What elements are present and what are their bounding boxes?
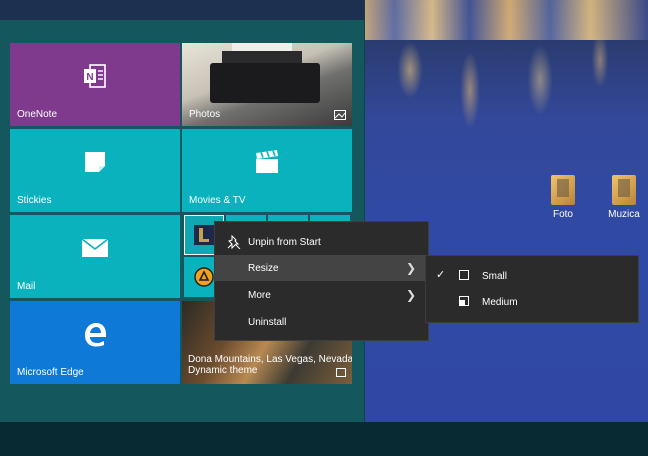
chevron-right-icon: ❯ [405, 288, 416, 302]
tile-context-menu: Unpin from Start Resize ❯ More ❯ Uninsta… [215, 222, 428, 340]
menu-item-more[interactable]: More ❯ [215, 282, 428, 308]
submenu-item-small[interactable]: ✓ Small [426, 263, 638, 289]
menu-item-unpin-from-start[interactable]: Unpin from Start [215, 229, 428, 255]
tile-movies-tv[interactable]: Movies & TV [182, 129, 352, 212]
news-headline: Dona Mountains, Las Vegas, Nevada Dynami… [188, 354, 352, 376]
tile-photos[interactable]: Photos [182, 43, 352, 126]
tile-label: Movies & TV [189, 195, 246, 206]
start-menu-top-strip [0, 0, 364, 20]
game-logo-icon [194, 225, 214, 245]
menu-item-label: Resize [248, 263, 279, 274]
start-menu: N OneNote Photos Stickies Movies & TV Ma… [0, 0, 365, 422]
unpin-icon [227, 235, 241, 249]
submenu-item-medium[interactable]: Medium [426, 289, 638, 315]
small-size-icon [459, 270, 469, 280]
menu-item-uninstall[interactable]: Uninstall [215, 309, 428, 335]
tile-label: Mail [17, 281, 36, 292]
folder-icon [551, 175, 575, 205]
photos-badge-icon [334, 110, 346, 120]
menu-item-resize[interactable]: Resize ❯ [215, 255, 428, 281]
medium-size-icon [459, 296, 469, 306]
wallpaper-city-lights [360, 0, 648, 40]
tile-label: Stickies [17, 195, 52, 206]
onenote-icon: N [84, 64, 106, 88]
sticky-note-icon [85, 152, 105, 173]
folder-icon [612, 175, 636, 205]
menu-item-label: More [248, 290, 271, 301]
tile-label: Photos [189, 109, 221, 120]
tile-onenote[interactable]: N OneNote [10, 43, 180, 126]
tile-stickies[interactable]: Stickies [10, 129, 180, 212]
desktop-icon-label: Muzica [608, 209, 640, 220]
orange-app-icon [194, 267, 214, 287]
news-overlay-text: Dynamic theme [188, 365, 258, 376]
photo-printer [210, 63, 320, 103]
tile-label: Microsoft Edge [17, 367, 84, 378]
resize-submenu: ✓ Small Medium [426, 256, 638, 322]
desktop-icon-foto[interactable]: Foto [541, 175, 585, 220]
desktop-icon-muzica[interactable]: Muzica [602, 175, 646, 220]
menu-item-label: Uninstall [248, 317, 287, 328]
submenu-item-label: Small [482, 271, 508, 282]
tile-microsoft-edge[interactable]: Microsoft Edge [10, 301, 180, 384]
mail-envelope-icon [81, 238, 109, 258]
submenu-item-label: Medium [482, 297, 518, 308]
edge-logo-icon [85, 323, 106, 347]
tile-label: OneNote [17, 109, 58, 120]
taskbar [0, 422, 648, 456]
tile-badge-icon [336, 368, 346, 377]
menu-item-label: Unpin from Start [248, 237, 321, 248]
tile-mail[interactable]: Mail [10, 215, 180, 298]
desktop-icon-label: Foto [552, 209, 573, 220]
checkmark-icon: ✓ [436, 269, 446, 281]
svg-text:N: N [86, 72, 93, 83]
clapperboard-icon [256, 150, 278, 174]
chevron-right-icon: ❯ [405, 261, 416, 275]
news-headline-text: Dona Mountains, Las Vegas, Nevada [188, 354, 352, 365]
